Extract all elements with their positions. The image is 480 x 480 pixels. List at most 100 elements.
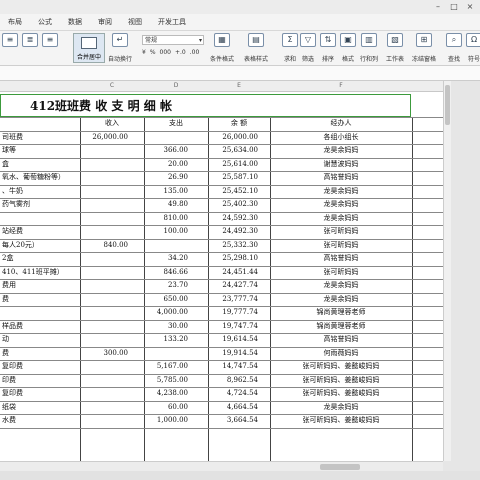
tool-button-8[interactable]: ⊞ 冻结窗格 <box>412 33 436 63</box>
cell-handler[interactable]: 张可昕妈妈、姜懿峻妈妈 <box>270 360 412 373</box>
header-balance[interactable]: 余 额 <box>208 117 270 130</box>
cell-handler[interactable]: 高铭誉妈妈 <box>270 333 412 346</box>
cell-handler[interactable]: 龙昊余妈妈 <box>270 401 412 414</box>
cell-expense[interactable]: 366.00 <box>144 144 189 157</box>
cell-expense[interactable]: 650.00 <box>144 293 189 306</box>
merge-center-button[interactable]: 合并居中 <box>73 33 105 63</box>
cell-balance[interactable]: 25,298.10 <box>208 252 258 265</box>
cell-description[interactable]: 纸袋 <box>2 401 78 414</box>
align-center-button[interactable]: ≣ <box>22 33 38 47</box>
tool-button-1[interactable]: ▤ 表格样式 <box>244 33 268 63</box>
cell-description[interactable]: 站经费 <box>2 225 78 238</box>
cell-handler[interactable]: 何雨薇妈妈 <box>270 347 412 360</box>
cell-handler[interactable]: 高铭誉妈妈 <box>270 252 412 265</box>
cell-description[interactable]: 氧水、葡萄糖粉等） <box>2 171 78 184</box>
cell-handler[interactable]: 龙昊余妈妈 <box>270 212 412 225</box>
cell-handler[interactable]: 张可昕妈妈 <box>270 266 412 279</box>
cell-handler[interactable]: 锦尚黄理蓉老师 <box>270 306 412 319</box>
cell-balance[interactable]: 3,664.54 <box>208 414 258 427</box>
cell-balance[interactable]: 25,332.30 <box>208 239 258 252</box>
tool-button-10[interactable]: Ω 符号 <box>466 33 480 63</box>
menu-item-0[interactable]: 布局 <box>0 17 30 27</box>
cell-balance[interactable]: 19,914.54 <box>208 347 258 360</box>
menu-item-3[interactable]: 审阅 <box>90 17 120 27</box>
number-symbol-button[interactable]: 000 <box>160 49 171 56</box>
cell-description[interactable]: 球等 <box>2 144 78 157</box>
cell-expense[interactable]: 30.00 <box>144 320 188 333</box>
cell-income[interactable]: 300.00 <box>80 347 129 360</box>
column-header-f[interactable]: F <box>270 81 412 91</box>
tool-button-3[interactable]: ▽ 筛选 <box>300 33 316 63</box>
spreadsheet-grid[interactable]: C D E F 412班班费 收 支 明 细 帐 收入 支出余 额经办人 司班费 26… <box>0 81 443 480</box>
cell-expense[interactable]: 135.00 <box>144 185 189 198</box>
cell-description[interactable]: 、牛奶 <box>2 185 78 198</box>
number-symbol-button[interactable]: ¥ <box>142 49 146 56</box>
cell-handler[interactable]: 张可昕妈妈、姜懿峻妈妈 <box>270 374 412 387</box>
align-group[interactable]: ≡ <box>2 33 18 47</box>
cell-description[interactable]: 印费 <box>2 374 78 387</box>
cell-expense[interactable]: 4,000.00 <box>144 306 188 319</box>
cell-description[interactable]: 2盒 <box>2 252 78 265</box>
number-symbol-button[interactable]: +.0 <box>175 49 186 56</box>
cell-balance[interactable]: 19,614.54 <box>208 333 258 346</box>
tool-button-4[interactable]: ⇅ 排序 <box>320 33 336 63</box>
cell-expense[interactable]: 49.80 <box>144 198 188 211</box>
cell-description[interactable]: 复印费 <box>2 360 78 373</box>
align-left-icon[interactable]: ≡ <box>2 33 18 47</box>
cell-handler[interactable]: 张可昕妈妈 <box>270 225 412 238</box>
cell-expense[interactable]: 810.00 <box>144 212 189 225</box>
cell-balance[interactable]: 23,777.74 <box>208 293 258 306</box>
cell-balance[interactable]: 8,962.54 <box>208 374 258 387</box>
cell-description[interactable]: 水费 <box>2 414 78 427</box>
menu-item-1[interactable]: 公式 <box>30 17 60 27</box>
cell-income[interactable]: 26,000.00 <box>80 131 128 144</box>
cell-description[interactable]: 每人20元） <box>2 239 78 252</box>
cell-expense[interactable]: 4,238.00 <box>144 387 188 400</box>
column-header-c[interactable]: C <box>80 81 144 91</box>
menu-item-2[interactable]: 数据 <box>60 17 90 27</box>
cell-balance[interactable]: 24,492.30 <box>208 225 258 238</box>
cell-balance[interactable]: 25,634.00 <box>208 144 258 157</box>
align-right-button[interactable]: ≡ <box>42 33 58 47</box>
header-expense[interactable]: 支出 <box>144 117 208 130</box>
menu-item-4[interactable]: 视图 <box>120 17 150 27</box>
cell-description[interactable]: 盒 <box>2 158 78 171</box>
minimize-icon[interactable]: – <box>432 0 444 14</box>
tool-button-2[interactable]: Σ 求和 <box>282 33 298 63</box>
cell-description[interactable]: 410、411班平摊） <box>2 266 78 279</box>
cell-expense[interactable]: 846.66 <box>144 266 189 279</box>
number-format-select[interactable]: 常规 ▾ <box>142 35 204 45</box>
number-symbol-button[interactable]: % <box>150 49 156 56</box>
cell-balance[interactable]: 4,724.54 <box>208 387 258 400</box>
number-symbol-button[interactable]: .00 <box>190 49 200 56</box>
column-header-d[interactable]: D <box>144 81 208 91</box>
cell-description[interactable]: 费用 <box>2 279 78 292</box>
cell-expense[interactable]: 133.20 <box>144 333 189 346</box>
horizontal-scroll-thumb[interactable] <box>320 464 360 470</box>
cell-handler[interactable]: 各组小组长 <box>270 131 412 144</box>
cell-expense[interactable]: 1,000.00 <box>144 414 188 427</box>
cell-description[interactable]: 司班费 <box>2 131 78 144</box>
cell-balance[interactable]: 25,452.10 <box>208 185 258 198</box>
cell-description[interactable]: 样品费 <box>2 320 78 333</box>
cell-balance[interactable]: 14,747.54 <box>208 360 258 373</box>
cell-balance[interactable]: 26,000.00 <box>208 131 258 144</box>
cell-description[interactable]: 费 <box>2 293 78 306</box>
column-header-e[interactable]: E <box>208 81 270 91</box>
cell-expense[interactable]: 26.90 <box>144 171 188 184</box>
cell-handler[interactable]: 龙昊余妈妈 <box>270 185 412 198</box>
cell-description[interactable]: 费 <box>2 347 78 360</box>
cell-handler[interactable]: 龙昊余妈妈 <box>270 144 412 157</box>
tool-button-9[interactable]: ⌕ 查找 <box>446 33 462 63</box>
cell-handler[interactable]: 高铭誉妈妈 <box>270 171 412 184</box>
tool-button-5[interactable]: ▣ 格式 <box>340 33 356 63</box>
cell-handler[interactable]: 谢慧波妈妈 <box>270 158 412 171</box>
cell-expense[interactable]: 23.70 <box>144 279 188 292</box>
close-icon[interactable]: × <box>464 0 476 14</box>
cell-balance[interactable]: 25,587.10 <box>208 171 258 184</box>
cell-description[interactable]: 动 <box>2 333 78 346</box>
cell-handler[interactable]: 张可昕妈妈、姜懿峻妈妈 <box>270 387 412 400</box>
cell-expense[interactable]: 100.00 <box>144 225 189 238</box>
cell-balance[interactable]: 24,427.74 <box>208 279 258 292</box>
cell-balance[interactable]: 25,402.30 <box>208 198 258 211</box>
